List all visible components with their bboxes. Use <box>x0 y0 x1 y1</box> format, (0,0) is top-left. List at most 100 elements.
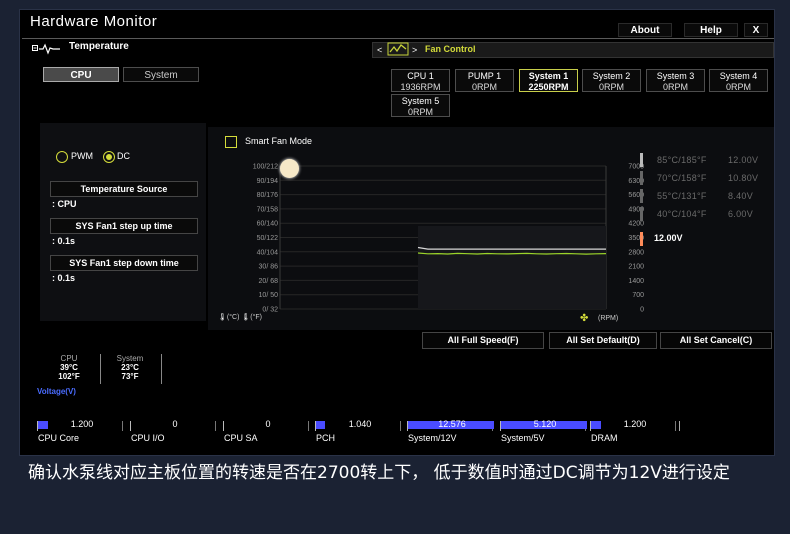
fan-chip-rpm: 0RPM <box>598 82 624 92</box>
dc-label: DC <box>117 151 130 161</box>
close-button[interactable]: X <box>744 23 768 37</box>
fan-control-title: Fan Control <box>425 44 476 54</box>
unit-celsius: (°C) <box>226 314 240 321</box>
window-title: Hardware Monitor <box>30 13 158 30</box>
fan-chip-3[interactable]: System 2 0RPM <box>582 69 641 92</box>
voltage-bar-fill <box>131 421 135 429</box>
voltage-value: 1.040 <box>348 419 372 429</box>
fan-chip-4[interactable]: System 3 0RPM <box>646 69 705 92</box>
fan-curve-handle[interactable] <box>280 159 299 178</box>
voltage-value: 1.200 <box>623 419 647 429</box>
system-reading: System 23°C 73°F <box>110 354 150 381</box>
fan-chip-rpm: 1936RPM <box>400 82 441 92</box>
voltage-label: System/5V <box>501 433 545 443</box>
voltage-step-marker[interactable] <box>640 171 643 185</box>
all-set-cancel-button[interactable]: All Set Cancel(C) <box>660 332 772 349</box>
voltage-step-volt: 8.40V <box>728 191 754 201</box>
left-tick-label: 10/ 50 <box>259 292 279 299</box>
system-reading-celsius: 23°C <box>121 363 139 372</box>
left-tick-label: 60/140 <box>257 221 279 228</box>
temperature-icon <box>32 42 62 55</box>
voltage-step-volt: 12.00V <box>728 155 759 165</box>
fan-chip-5[interactable]: System 4 0RPM <box>709 69 768 92</box>
right-tick-label: 1400 <box>628 278 644 285</box>
voltage-label: CPU SA <box>224 433 258 443</box>
unit-fahrenheit: (°F) <box>250 314 263 321</box>
voltage-step-temp: 85°C/185°F <box>657 155 707 165</box>
voltage-bar-fill <box>316 421 325 429</box>
fan-icon <box>387 42 409 56</box>
fan-prev-arrow[interactable]: < <box>377 45 382 55</box>
cpu-reading-celsius: 39°C <box>60 363 78 372</box>
voltage-step-marker[interactable] <box>640 207 643 221</box>
fan-chip-name: System 1 <box>528 71 569 81</box>
voltage-label: System/12V <box>408 433 457 443</box>
fan-next-arrow[interactable]: > <box>412 45 417 55</box>
left-tick-label: 100/212 <box>253 164 278 171</box>
step-down-time-button[interactable]: SYS Fan1 step down time <box>50 255 198 271</box>
right-tick-label: 4200 <box>628 221 644 228</box>
voltage-label: CPU I/O <box>131 433 165 443</box>
system-reading-label: System <box>116 354 144 363</box>
all-set-default-button[interactable]: All Set Default(D) <box>549 332 657 349</box>
voltage-value: 1.200 <box>70 419 94 429</box>
voltage-title: Voltage(V) <box>37 387 76 396</box>
fan-chip-0[interactable]: CPU 1 1936RPM <box>391 69 450 92</box>
right-tick-label: 700 <box>632 292 644 299</box>
temperature-title: Temperature <box>69 41 129 52</box>
step-up-time-value: : 0.1s <box>52 236 76 246</box>
smart-fan-mode-label: Smart Fan Mode <box>245 136 313 146</box>
voltage-value: 0 <box>265 419 271 429</box>
current-voltage-marker <box>640 232 643 246</box>
fan-chip-rpm: 0RPM <box>407 107 433 117</box>
left-tick-label: 80/176 <box>257 192 279 199</box>
fan-chip-rpm: 2250RPM <box>528 82 569 92</box>
voltage-label: PCH <box>316 433 336 443</box>
temperature-units: 🌡(°C) 🌡(°F) <box>218 313 278 325</box>
right-tick-label: 0 <box>640 307 644 314</box>
voltage-step-volt: 10.80V <box>728 173 759 183</box>
smart-fan-mode-checkbox[interactable] <box>225 136 237 148</box>
left-tick-label: 30/ 86 <box>259 264 279 271</box>
voltage-bar-end <box>679 421 680 431</box>
rpm-unit: (RPM) <box>598 315 619 322</box>
voltage-step-marker[interactable] <box>640 189 643 203</box>
voltage-value: 5.120 <box>533 419 557 429</box>
step-down-time-value: : 0.1s <box>52 273 76 283</box>
fan-chip-name: PUMP 1 <box>467 71 502 81</box>
fan-chip-6[interactable]: System 5 0RPM <box>391 94 450 117</box>
fan-chip-name: System 4 <box>719 71 758 81</box>
voltage-step-volt: 6.00V <box>728 209 754 219</box>
left-tick-label: 70/158 <box>257 206 279 213</box>
left-tick-label: 50/122 <box>257 235 279 242</box>
tab-cpu[interactable]: CPU <box>43 67 119 82</box>
left-tick-label: 40/104 <box>257 249 279 256</box>
all-full-speed-button[interactable]: All Full Speed(F) <box>422 332 544 349</box>
fan-chip-name: CPU 1 <box>407 71 434 81</box>
voltage-value: 12.576 <box>438 419 466 429</box>
fan-chip-rpm: 0RPM <box>662 82 688 92</box>
pwm-label: PWM <box>71 151 93 161</box>
reading-divider <box>100 354 101 384</box>
left-tick-label: 90/194 <box>257 178 279 185</box>
fan-chip-1[interactable]: PUMP 1 0RPM <box>455 69 514 92</box>
tab-system[interactable]: System <box>123 67 199 82</box>
cpu-reading: CPU 39°C 102°F <box>56 354 82 381</box>
pwm-radio[interactable] <box>56 151 68 163</box>
fan-chip-2[interactable]: System 1 2250RPM <box>519 69 578 92</box>
caption: 确认水泵线对应主板位置的转速是否在2700转上下， 低于数值时通过DC调节为12… <box>28 463 730 483</box>
voltage-step-temp: 70°C/158°F <box>657 173 707 183</box>
dc-radio[interactable] <box>103 151 115 163</box>
voltage-label: DRAM <box>591 433 618 443</box>
step-up-time-button[interactable]: SYS Fan1 step up time <box>50 218 198 234</box>
about-button[interactable]: About <box>618 23 672 37</box>
voltage-step-marker[interactable] <box>640 153 643 167</box>
reading-divider <box>161 354 162 384</box>
voltage-value: 0 <box>172 419 178 429</box>
system-reading-fahrenheit: 73°F <box>121 372 139 381</box>
temperature-source-button[interactable]: Temperature Source <box>50 181 198 197</box>
voltage-step-temp: 40°C/104°F <box>657 209 707 219</box>
help-button[interactable]: Help <box>684 23 738 37</box>
cpu-reading-fahrenheit: 102°F <box>58 372 80 381</box>
fan-chip-name: System 5 <box>401 96 440 106</box>
